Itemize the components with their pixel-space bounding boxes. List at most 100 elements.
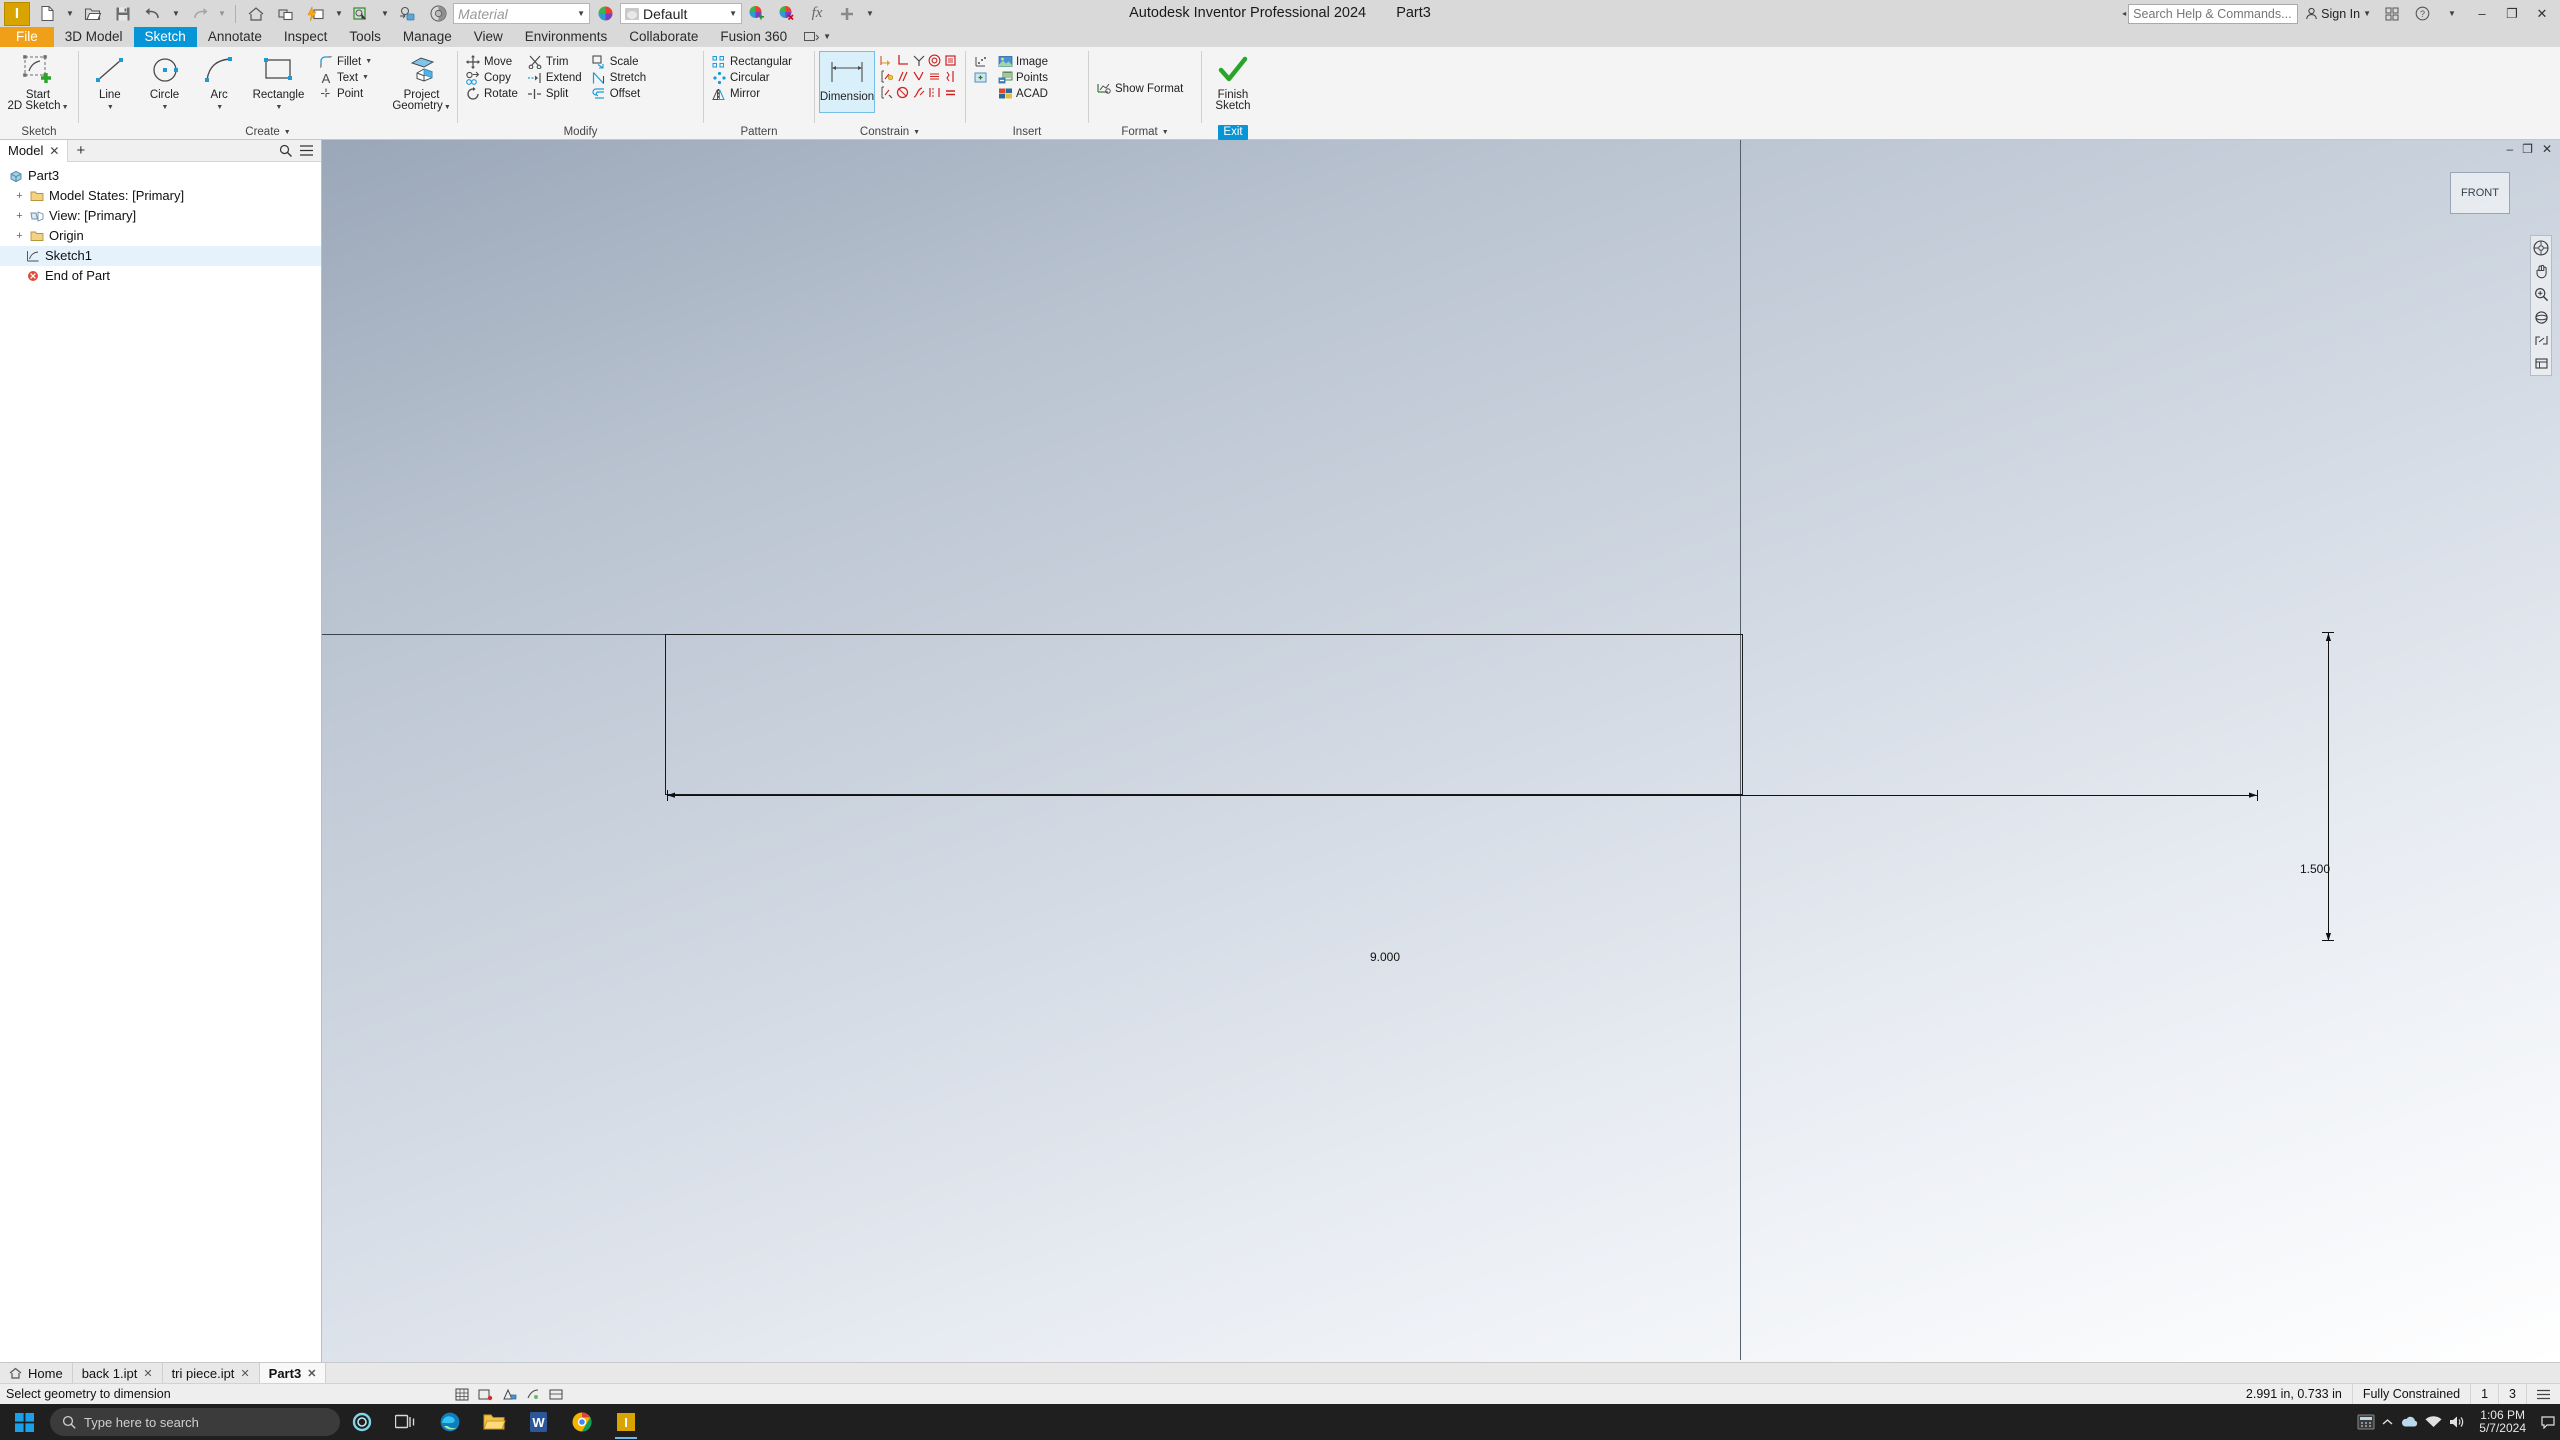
close-icon[interactable]: ✕: [143, 1367, 152, 1380]
window-maximize-button[interactable]: ❐: [2498, 4, 2526, 24]
tree-node-view[interactable]: + View: [Primary]: [0, 206, 321, 226]
coincident-icon[interactable]: [895, 85, 910, 100]
taskbar-chrome-icon[interactable]: [560, 1404, 604, 1440]
sketch-visibility-icon[interactable]: [549, 1388, 563, 1401]
line-button[interactable]: Line▼: [83, 50, 137, 120]
ribbon-tab-manage[interactable]: Manage: [392, 27, 463, 47]
chevron-down-icon[interactable]: ▼: [365, 58, 372, 65]
taskbar-task-view-icon[interactable]: [384, 1404, 428, 1440]
chevron-down-icon[interactable]: ▼: [1162, 126, 1169, 139]
help-dropdown[interactable]: ▼: [2438, 4, 2466, 24]
application-menu-button[interactable]: I: [2, 1, 32, 27]
search-icon[interactable]: [279, 144, 292, 157]
slice-graphics-icon[interactable]: [526, 1388, 540, 1401]
viewport-maximize-button[interactable]: ❐: [2522, 142, 2533, 156]
move-button[interactable]: Move: [462, 54, 521, 69]
constraint-settings-icon[interactable]: [879, 85, 894, 100]
horizontal-icon[interactable]: [927, 69, 942, 84]
taskbar-clock[interactable]: 1:06 PM 5/7/2024: [2471, 1409, 2534, 1435]
ribbon-tab-environments[interactable]: Environments: [514, 27, 619, 47]
vertical-dimension-text[interactable]: 1.500: [2300, 862, 2330, 876]
help-search-input[interactable]: Search Help & Commands...: [2128, 4, 2298, 24]
horizontal-dimension-text[interactable]: 9.000: [1370, 950, 1400, 964]
windows-start-button[interactable]: [0, 1404, 48, 1440]
vertical-dimension-line[interactable]: [2328, 632, 2329, 940]
open-file-button[interactable]: [78, 1, 108, 27]
rotate-button[interactable]: Rotate: [462, 86, 521, 101]
tree-node-model-states[interactable]: + Model States: [Primary]: [0, 186, 321, 206]
chevron-down-icon[interactable]: ▼: [107, 104, 114, 111]
select-button[interactable]: [347, 1, 377, 27]
update-dropdown[interactable]: ▼: [331, 1, 347, 27]
symmetric-icon[interactable]: [927, 85, 942, 100]
chevron-down-icon[interactable]: ▼: [162, 104, 169, 111]
volume-icon[interactable]: [2448, 1415, 2465, 1429]
close-icon[interactable]: ✕: [49, 144, 59, 158]
ribbon-tab-inspect[interactable]: Inspect: [273, 27, 339, 47]
taskbar-inventor-icon[interactable]: I: [604, 1404, 648, 1440]
ribbon-tab-sketch[interactable]: Sketch: [134, 27, 197, 47]
chevron-down-icon[interactable]: ▼: [62, 104, 69, 111]
taskbar-file-explorer-icon[interactable]: [472, 1404, 516, 1440]
ribbon-tab-collaborate[interactable]: Collaborate: [618, 27, 709, 47]
onedrive-icon[interactable]: [2400, 1415, 2419, 1429]
finish-sketch-button[interactable]: FinishSketch: [1206, 50, 1260, 120]
stretch-button[interactable]: Stretch: [588, 70, 649, 85]
pan-icon[interactable]: [2532, 262, 2550, 280]
window-close-button[interactable]: ✕: [2528, 4, 2556, 24]
customize-qat-dropdown[interactable]: ▼: [862, 1, 878, 27]
new-file-button[interactable]: [32, 1, 62, 27]
ribbon-tab-overflow[interactable]: ▼: [798, 27, 837, 47]
update-button[interactable]: [301, 1, 331, 27]
new-file-dropdown[interactable]: ▼: [62, 1, 78, 27]
record-icon[interactable]: [478, 1388, 493, 1401]
insert-plus-button[interactable]: [970, 70, 992, 85]
mirror-button[interactable]: Mirror: [708, 86, 795, 101]
ribbon-tab-view[interactable]: View: [463, 27, 514, 47]
start-2d-sketch-button[interactable]: Start 2D Sketch▼: [4, 50, 72, 120]
expander-plus-icon[interactable]: +: [14, 191, 25, 202]
select-dropdown[interactable]: ▼: [377, 1, 393, 27]
close-icon[interactable]: ✕: [307, 1367, 316, 1380]
material-color-wheel-icon[interactable]: [590, 1, 620, 27]
hamburger-menu-icon[interactable]: [300, 145, 313, 156]
equal-icon[interactable]: [943, 85, 958, 100]
redo-dropdown[interactable]: ▼: [214, 1, 230, 27]
fillet-button[interactable]: Fillet ▼: [315, 54, 375, 69]
display-style-icon[interactable]: [2532, 354, 2550, 372]
undo-button[interactable]: [138, 1, 168, 27]
split-button[interactable]: Split: [524, 86, 585, 101]
vertical-icon[interactable]: [943, 69, 958, 84]
network-icon[interactable]: [2425, 1415, 2442, 1429]
close-icon[interactable]: ✕: [240, 1367, 249, 1380]
redo-button[interactable]: [184, 1, 214, 27]
customize-qat-add-button[interactable]: [832, 1, 862, 27]
offset-button[interactable]: Offset: [588, 86, 649, 101]
appearance-button[interactable]: [393, 1, 423, 27]
chevron-down-icon[interactable]: ▼: [913, 126, 920, 139]
text-button[interactable]: A Text ▼: [315, 70, 375, 85]
ribbon-tab-file[interactable]: File: [0, 27, 54, 47]
sign-in-button[interactable]: Sign In ▼: [2300, 3, 2376, 25]
expander-plus-icon[interactable]: +: [14, 211, 25, 222]
autodesk-app-store-button[interactable]: [2378, 4, 2406, 24]
sketch-rectangle[interactable]: [665, 634, 1743, 795]
material-combobox[interactable]: Material ▼: [453, 3, 590, 24]
parameters-fx-button[interactable]: fx: [802, 1, 832, 27]
appearance-add-button[interactable]: [742, 1, 772, 27]
browser-tab-model[interactable]: Model ✕: [0, 140, 68, 162]
full-navigation-wheel-icon[interactable]: [2532, 239, 2550, 257]
ribbon-tab-fusion-360[interactable]: Fusion 360: [709, 27, 798, 47]
parallel-icon[interactable]: [895, 69, 910, 84]
acad-button[interactable]: ACAD: [994, 86, 1051, 101]
extend-button[interactable]: Extend: [524, 70, 585, 85]
scale-button[interactable]: Scale: [588, 54, 649, 69]
material-swatch-button[interactable]: [423, 1, 453, 27]
project-geometry-button[interactable]: ProjectGeometry▼: [390, 50, 453, 120]
dimension-button[interactable]: Dimension: [819, 51, 875, 113]
window-minimize-button[interactable]: –: [2468, 4, 2496, 24]
chevron-down-icon[interactable]: ▼: [444, 104, 451, 111]
taskbar-edge-browser-icon[interactable]: [428, 1404, 472, 1440]
tangent-icon[interactable]: [911, 69, 926, 84]
chevron-down-icon[interactable]: ▼: [284, 126, 291, 139]
